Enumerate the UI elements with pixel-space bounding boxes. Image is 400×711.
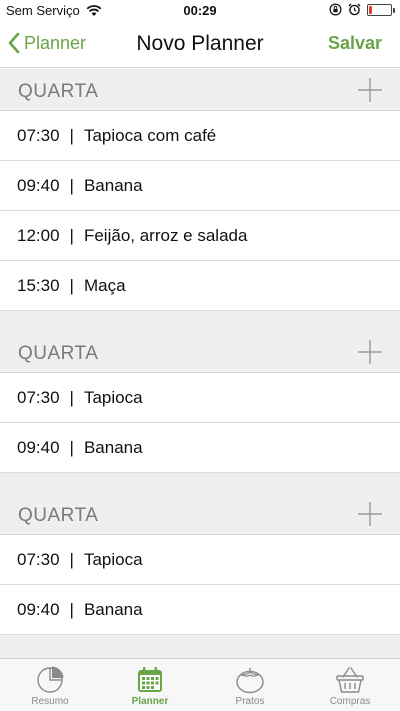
pie-chart-icon <box>37 666 64 693</box>
day-section: QUARTA 07:30 | Tapioca com café 09:40 | … <box>0 69 400 311</box>
alarm-icon <box>348 3 361 16</box>
add-meal-plus-icon[interactable] <box>357 339 383 365</box>
meal-time: 12:00 <box>17 225 60 245</box>
tab-label: Resumo <box>31 696 69 707</box>
meal-separator: | <box>69 275 74 295</box>
day-label: QUARTA <box>18 81 99 102</box>
tab-label: Pratos <box>235 696 265 707</box>
meal-separator: | <box>69 225 74 245</box>
day-label: QUARTA <box>18 505 99 526</box>
add-meal-plus-icon[interactable] <box>357 501 383 527</box>
meal-row[interactable]: 07:30 | Tapioca <box>0 373 400 423</box>
day-header: QUARTA <box>0 69 400 111</box>
meal-time: 07:30 <box>17 125 60 145</box>
navigation-bar: Planner Novo Planner Salvar <box>0 22 400 68</box>
meal-row[interactable]: 09:40 | Banana <box>0 585 400 635</box>
section-gap <box>0 311 400 331</box>
day-header: QUARTA <box>0 493 400 535</box>
meal-time: 09:40 <box>17 437 60 457</box>
meal-time: 07:30 <box>17 549 60 569</box>
meal-separator: | <box>69 549 74 569</box>
meal-separator: | <box>69 125 74 145</box>
tab-label: Planner <box>131 696 169 707</box>
meal-separator: | <box>69 599 74 619</box>
meal-row[interactable]: 07:30 | Tapioca <box>0 535 400 585</box>
battery-level <box>369 5 372 14</box>
meal-food: Feijão, arroz e salada <box>83 225 248 245</box>
day-section: QUARTA 07:30 | Tapioca 09:40 | Banana <box>0 331 400 473</box>
tab-label: Compras <box>329 696 371 707</box>
tab-pratos[interactable]: Pratos <box>200 659 300 711</box>
meal-separator: | <box>69 175 74 195</box>
save-button[interactable]: Salvar <box>328 33 382 54</box>
meal-row[interactable]: 09:40 | Banana <box>0 161 400 211</box>
meal-food: Banana <box>83 437 143 457</box>
tab-compras[interactable]: Compras <box>300 659 400 711</box>
section-gap <box>0 635 400 655</box>
meal-row[interactable]: 07:30 | Tapioca com café <box>0 111 400 161</box>
calendar-icon <box>138 667 162 692</box>
section-gap <box>0 473 400 493</box>
status-right <box>329 3 395 16</box>
tab-bar: Resumo Planner Pratos Compras <box>0 658 400 711</box>
tab-planner[interactable]: Planner <box>100 659 200 711</box>
meal-time: 15:30 <box>17 275 60 295</box>
basket-icon <box>336 667 364 693</box>
meal-row[interactable]: 12:00 | Feijão, arroz e salada <box>0 211 400 261</box>
meal-time: 09:40 <box>17 599 60 619</box>
battery-icon <box>367 3 395 16</box>
day-label: QUARTA <box>18 343 99 364</box>
meal-time: 07:30 <box>17 387 60 407</box>
day-section: QUARTA 07:30 | Tapioca 09:40 | Banana <box>0 493 400 635</box>
meal-food: Tapioca <box>83 387 143 407</box>
planner-list[interactable]: QUARTA 07:30 | Tapioca com café 09:40 | … <box>0 69 400 658</box>
tab-resumo[interactable]: Resumo <box>0 659 100 711</box>
status-bar: Sem Serviço 00:29 <box>0 0 400 22</box>
meal-separator: | <box>69 387 74 407</box>
add-meal-plus-icon[interactable] <box>357 77 383 103</box>
meal-food: Tapioca com café <box>83 125 217 145</box>
rotation-lock-icon <box>329 3 342 16</box>
meal-time: 09:40 <box>17 175 60 195</box>
day-header: QUARTA <box>0 331 400 373</box>
tomato-icon <box>236 668 264 694</box>
meal-row[interactable]: 15:30 | Maça <box>0 261 400 311</box>
meal-food: Banana <box>83 599 143 619</box>
meal-separator: | <box>69 437 74 457</box>
meal-food: Tapioca <box>83 549 143 569</box>
meal-food: Maça <box>83 275 126 295</box>
meal-row[interactable]: 09:40 | Banana <box>0 423 400 473</box>
meal-food: Banana <box>83 175 143 195</box>
